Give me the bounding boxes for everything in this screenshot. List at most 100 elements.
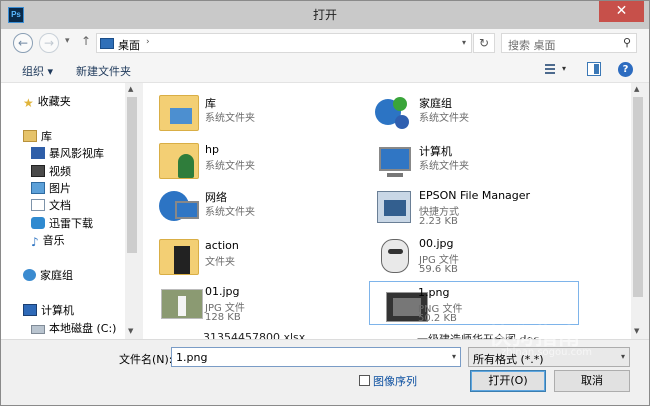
file-item[interactable]: hp 系统文件夹 — [145, 139, 355, 183]
sidebar-item-label: 文档 — [49, 199, 71, 212]
sidebar-item-computer[interactable]: 计算机 — [23, 302, 74, 318]
sidebar-item-documents[interactable]: 文档 — [31, 197, 71, 213]
new-folder-button[interactable]: 新建文件夹 — [76, 63, 131, 79]
music-icon: ♪ — [31, 235, 39, 249]
file-size: 50.2 KB — [418, 313, 457, 324]
refresh-button[interactable]: ↻ — [473, 33, 495, 53]
address-bar[interactable]: 桌面 › ▾ — [96, 33, 472, 53]
file-type: 文件夹 — [205, 257, 235, 268]
preview-pane-icon[interactable] — [587, 62, 601, 76]
open-button[interactable]: 打开(O) — [470, 370, 546, 392]
sidebar-item-homegroup[interactable]: 家庭组 — [23, 267, 73, 283]
scroll-up-arrow[interactable]: ▲ — [128, 85, 133, 93]
navigation-pane: ★ 收藏夹 库 暴风影视库 视频 图片 文档 迅雷下载 ♪ 音乐 家庭组 计算机 本 — [1, 83, 139, 339]
file-item[interactable]: EPSON File Manager 快捷方式 2.23 KB — [359, 185, 569, 229]
video-library-icon — [31, 147, 45, 159]
file-item[interactable]: 计算机 系统文件夹 — [359, 139, 569, 183]
help-icon[interactable]: ? — [618, 62, 633, 77]
file-name: EPSON File Manager — [419, 189, 531, 202]
file-item[interactable]: action 文件夹 — [145, 235, 355, 279]
sidebar-scrollbar[interactable]: ▲ ▼ — [125, 83, 139, 339]
file-item[interactable]: 00.jpg JPG 文件 59.6 KB — [359, 233, 569, 277]
sidebar-item-label: 本地磁盘 (C:) — [49, 322, 117, 335]
desktop-icon — [100, 38, 114, 49]
chevron-down-icon[interactable]: ▾ — [462, 38, 466, 47]
up-button[interactable]: ↑ — [81, 34, 91, 48]
scroll-down-arrow[interactable]: ▼ — [634, 327, 639, 335]
chevron-down-icon[interactable]: ▾ — [452, 352, 456, 361]
sidebar-item-videos[interactable]: 视频 — [31, 163, 71, 179]
address-location[interactable]: 桌面 — [118, 37, 140, 53]
file-size: 128 KB — [205, 312, 241, 323]
sidebar-scroll-thumb[interactable] — [127, 97, 137, 253]
sidebar-item-video-library[interactable]: 暴风影视库 — [31, 145, 104, 161]
file-size: 59.6 KB — [419, 264, 458, 275]
sidebar-item-label: 收藏夹 — [37, 95, 71, 108]
file-item[interactable]: 01.jpg JPG 文件 128 KB — [145, 281, 355, 325]
sidebar-item-label: 迅雷下载 — [49, 217, 93, 230]
back-button[interactable]: ← — [13, 33, 33, 53]
forward-button[interactable]: → — [39, 33, 59, 53]
search-icon: ⚲ — [622, 36, 631, 49]
cancel-button[interactable]: 取消 — [554, 370, 630, 392]
recent-locations-dropdown[interactable]: ▾ — [65, 36, 70, 46]
image-sequence-checkbox[interactable] — [359, 375, 370, 386]
sidebar-item-thunder-downloads[interactable]: 迅雷下载 — [31, 215, 93, 231]
filename-value[interactable]: 1.png — [176, 351, 207, 364]
file-name: 1.png — [418, 286, 450, 299]
library-folder-icon — [159, 95, 199, 131]
dialog-title: 打开 — [312, 8, 337, 22]
search-placeholder: 搜索 桌面 — [508, 39, 556, 52]
image-thumbnail — [373, 237, 413, 273]
image-thumbnail — [159, 285, 203, 321]
homegroup-icon — [23, 269, 36, 281]
file-name-partial[interactable]: 31354457800.xlsx — [203, 331, 305, 339]
sidebar-item-label: 家庭组 — [40, 269, 73, 282]
sidebar-item-label: 库 — [41, 130, 52, 143]
star-icon: ★ — [23, 96, 34, 110]
toolbar: 组织 ▾ 新建文件夹 ▾ ? — [1, 57, 649, 83]
sidebar-item-label: 暴风影视库 — [49, 147, 104, 160]
image-sequence-label[interactable]: 图像序列 — [373, 373, 417, 389]
computer-icon — [373, 143, 413, 179]
sidebar-item-favorites[interactable]: ★ 收藏夹 — [23, 93, 71, 110]
sidebar-item-pictures[interactable]: 图片 — [31, 180, 71, 196]
network-icon — [159, 189, 199, 225]
sidebar-item-music[interactable]: ♪ 音乐 — [31, 232, 65, 249]
filename-label: 文件名(N): — [119, 353, 173, 366]
filename-input[interactable]: 1.png ▾ — [171, 347, 461, 367]
open-dialog: Ps 打开 ✕ ← → ▾ ↑ 桌面 › ▾ ↻ 搜索 桌面 ⚲ 组织 ▾ 新建… — [0, 0, 650, 406]
scroll-down-arrow[interactable]: ▼ — [128, 327, 133, 335]
file-size: 2.23 KB — [419, 216, 458, 227]
folder-icon — [159, 239, 199, 275]
file-item[interactable]: 网络 系统文件夹 — [145, 185, 355, 229]
scroll-up-arrow[interactable]: ▲ — [634, 85, 639, 93]
file-type: 系统文件夹 — [419, 161, 469, 172]
file-list-scroll-thumb[interactable] — [633, 97, 643, 297]
file-type: 系统文件夹 — [205, 161, 255, 172]
organize-button[interactable]: 组织 ▾ — [22, 63, 53, 79]
shortcut-icon — [373, 189, 413, 225]
documents-icon — [31, 199, 45, 211]
view-dropdown-icon[interactable]: ▾ — [562, 64, 566, 73]
address-row: ← → ▾ ↑ 桌面 › ▾ ↻ 搜索 桌面 ⚲ — [1, 29, 649, 57]
file-list-scrollbar[interactable]: ▲ ▼ — [631, 83, 645, 339]
close-button[interactable]: ✕ — [599, 1, 644, 22]
sidebar-item-local-disk[interactable]: 本地磁盘 (C:) — [31, 320, 116, 336]
file-name: action — [205, 239, 239, 252]
view-options-icon[interactable] — [541, 62, 555, 76]
file-item[interactable]: 家庭组 系统文件夹 — [359, 91, 569, 135]
file-list: 库 系统文件夹 家庭组 系统文件夹 hp 系统文件夹 计算机 系统文件夹 网络 … — [143, 83, 631, 339]
sidebar-item-label: 音乐 — [42, 234, 65, 247]
disk-icon — [31, 325, 45, 334]
chevron-down-icon[interactable]: ▾ — [621, 352, 625, 361]
search-input[interactable]: 搜索 桌面 ⚲ — [501, 33, 637, 53]
chevron-right-icon[interactable]: › — [146, 37, 150, 47]
sidebar-item-libraries[interactable]: 库 — [23, 128, 52, 144]
computer-icon — [23, 304, 37, 316]
file-name: 01.jpg — [205, 285, 240, 298]
title-bar: Ps 打开 ✕ — [1, 1, 649, 29]
file-type: 系统文件夹 — [205, 207, 255, 218]
file-item[interactable]: 库 系统文件夹 — [145, 91, 355, 135]
file-name: 00.jpg — [419, 237, 454, 250]
